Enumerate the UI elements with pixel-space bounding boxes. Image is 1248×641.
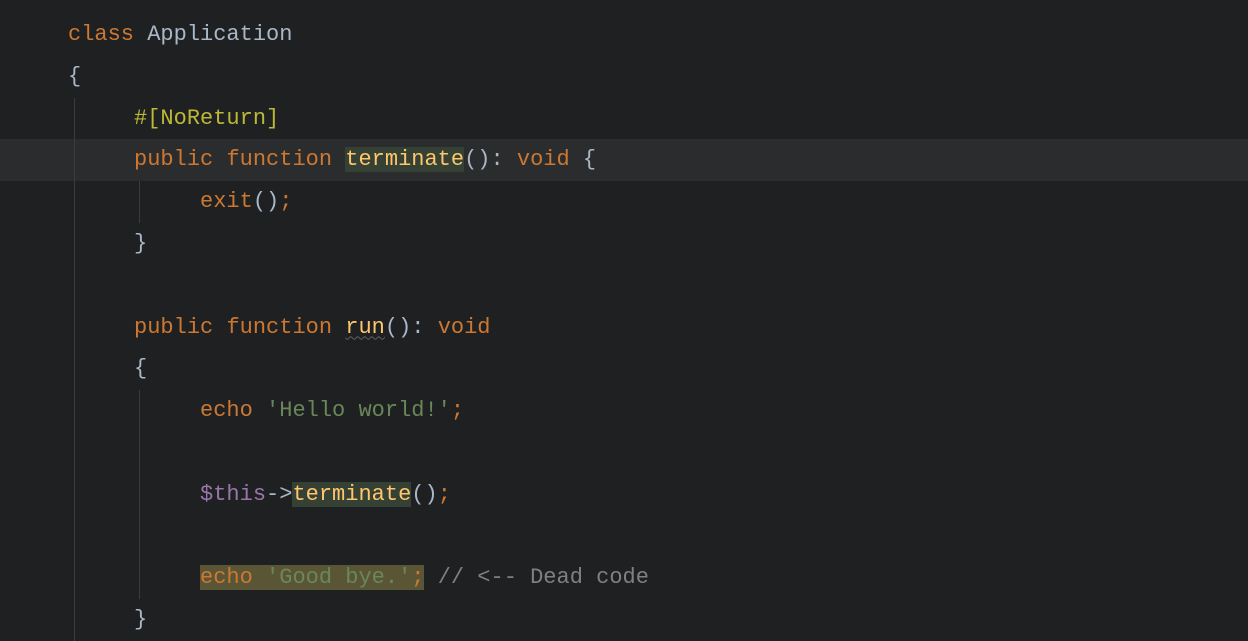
brace-close: } (134, 231, 147, 256)
arrow-operator: -> (266, 482, 292, 507)
attribute-noreturn: #[NoReturn] (134, 106, 279, 131)
dead-code-block: echo 'Good bye.'; (200, 565, 424, 590)
code-line[interactable]: { (0, 348, 1248, 390)
comment: // <-- Dead code (438, 565, 649, 590)
code-line-current[interactable]: public function terminate(): void { (0, 139, 1248, 181)
code-line[interactable] (0, 516, 1248, 558)
code-editor[interactable]: class Application { #[NoReturn] public f… (0, 0, 1248, 641)
variable-this: $this (200, 482, 266, 507)
code-line[interactable]: exit(); (0, 181, 1248, 223)
keyword-exit: exit (200, 189, 253, 214)
type-void: void (517, 147, 570, 172)
code-line[interactable]: class Application (0, 14, 1248, 56)
string-literal: 'Hello world!' (266, 398, 451, 423)
method-call-terminate: terminate (292, 482, 411, 507)
code-line[interactable]: public function run(): void (0, 307, 1248, 349)
code-line[interactable]: #[NoReturn] (0, 98, 1248, 140)
brace-open: { (68, 64, 81, 89)
keyword-echo: echo (200, 565, 253, 590)
keyword-function: function (226, 147, 332, 172)
parentheses: () (464, 147, 490, 172)
keyword-public: public (134, 315, 213, 340)
code-line[interactable]: echo 'Hello world!'; (0, 390, 1248, 432)
code-line[interactable]: { (0, 56, 1248, 98)
code-line[interactable] (0, 432, 1248, 474)
keyword-function: function (226, 315, 332, 340)
function-name-terminate: terminate (345, 147, 464, 172)
string-literal: 'Good bye.' (266, 565, 411, 590)
code-line[interactable]: $this->terminate(); (0, 474, 1248, 516)
code-line[interactable]: } (0, 223, 1248, 265)
code-line[interactable]: } (0, 599, 1248, 641)
code-line[interactable]: echo 'Good bye.'; // <-- Dead code (0, 557, 1248, 599)
code-line[interactable] (0, 265, 1248, 307)
keyword-echo: echo (200, 398, 253, 423)
class-name: Application (147, 22, 292, 47)
function-name-run: run (345, 315, 385, 340)
brace-close: } (134, 607, 147, 632)
type-void: void (438, 315, 491, 340)
keyword-class: class (68, 22, 134, 47)
keyword-public: public (134, 147, 213, 172)
brace-open: { (134, 356, 147, 381)
